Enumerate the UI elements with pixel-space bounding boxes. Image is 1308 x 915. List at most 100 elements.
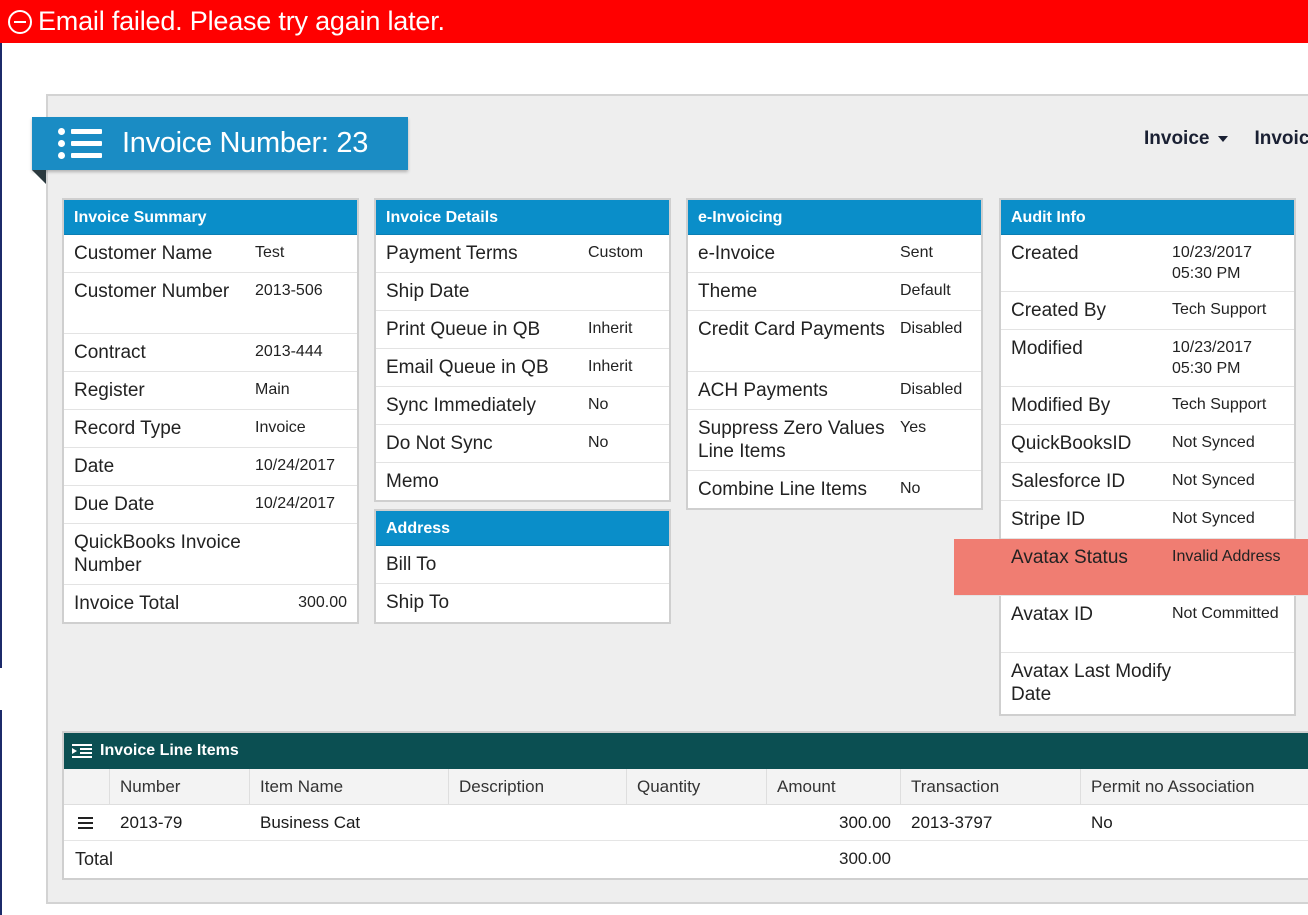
field-row: Created 10/23/2017 05:30 PM [1001, 235, 1294, 292]
field-label: Modified By [1011, 395, 1111, 416]
table-header: Number Item Name Description Quantity Am… [64, 769, 1308, 805]
address-card: Address Bill To Ship To [374, 509, 671, 624]
field-label: Bill To [386, 554, 437, 575]
field-row: Credit Card Payments Disabled [688, 311, 981, 372]
field-value: Invalid Address [1172, 548, 1281, 565]
field-label: e-Invoice [698, 243, 776, 264]
invoice-summary-card: Invoice Summary Customer Name Test Custome… [62, 198, 359, 624]
field-value: Yes [900, 419, 927, 436]
field-value: Custom [588, 244, 644, 261]
field-label: Ship Date [386, 281, 470, 302]
field-value: Not Synced [1172, 434, 1255, 451]
field-label: Ship To [386, 592, 450, 613]
total-amount: 300.00 [839, 849, 891, 868]
ribbon-fold [32, 170, 46, 184]
left-border [0, 43, 2, 668]
field-value: Sent [900, 244, 933, 261]
field-row: Due Date 10/24/2017 [64, 486, 357, 524]
card-title: Address [376, 511, 669, 546]
column-header-quantity[interactable]: Quantity [627, 769, 767, 804]
field-row: Record Type Invoice [64, 410, 357, 448]
field-row: Email Queue in QB Inherit [376, 349, 669, 387]
card-title: Invoice Summary [64, 200, 357, 235]
invoice-details-card: Invoice Details Payment Terms Custom Ship … [374, 198, 671, 502]
field-row: Salesforce ID Not Synced [1001, 463, 1294, 501]
field-label: Customer Number [74, 281, 230, 302]
field-label: ACH Payments [698, 380, 828, 401]
field-row: Invoice Total 300.00 [64, 585, 357, 623]
invoice-menu-button[interactable]: Invoice [1144, 128, 1254, 150]
field-row: Print Queue in QB Inherit [376, 311, 669, 349]
field-value: 10/24/2017 [255, 457, 336, 474]
column-header-amount[interactable]: Amount [767, 769, 901, 804]
field-label: Theme [698, 281, 758, 302]
field-label: Customer Name [74, 243, 213, 264]
field-value: 2013-444 [255, 343, 323, 360]
field-label: Date [74, 456, 115, 477]
field-label: Suppress Zero Values Line Items [698, 418, 885, 462]
handle-column-header [64, 769, 110, 804]
field-row: Bill To [376, 546, 669, 584]
column-header-transaction[interactable]: Transaction [901, 769, 1081, 804]
field-row: Avatax ID Not Committed [1001, 596, 1294, 653]
field-label: Invoice Total [74, 593, 180, 614]
error-circle-icon [8, 9, 32, 34]
field-label: Sync Immediately [386, 395, 536, 416]
field-row: ACH Payments Disabled [688, 372, 981, 410]
field-label: Payment Terms [386, 243, 518, 264]
field-row: Memo [376, 463, 669, 501]
page-title: Invoice Number: 23 [122, 127, 369, 159]
field-label: Salesforce ID [1011, 471, 1126, 492]
invoice-menu-label: Invoice [1144, 128, 1210, 149]
field-value: Main [255, 381, 290, 398]
cell-description [449, 805, 627, 840]
line-items-header: Invoice Line Items [64, 733, 1308, 769]
column-header-item-name[interactable]: Item Name [250, 769, 449, 804]
field-label: Created By [1011, 300, 1107, 321]
field-row: QuickBooks Invoice Number [64, 524, 357, 585]
field-value: Test [255, 244, 285, 261]
audit-info-card: Audit Info Created 10/23/2017 05:30 PM Cre… [954, 198, 1308, 716]
field-row: Suppress Zero Values Line Items Yes [688, 410, 981, 471]
field-value: Tech Support [1172, 396, 1267, 413]
invoice-secondary-link[interactable]: Invoic [1254, 128, 1308, 150]
field-value: No [900, 480, 921, 497]
field-label: QuickBooks Invoice Number [74, 532, 241, 576]
error-banner: Email failed. Please try again later. [0, 0, 1308, 43]
cell-item-name: Business Cat [260, 813, 361, 832]
field-label: Record Type [74, 418, 182, 439]
field-value: Inherit [588, 358, 633, 375]
menu-icon[interactable] [78, 817, 93, 829]
card-title: e-Invoicing [688, 200, 981, 235]
field-value: Disabled [900, 320, 963, 337]
table-row[interactable]: 2013-79 Business Cat 300.00 2013-3797 No [64, 805, 1308, 841]
column-header-description[interactable]: Description [449, 769, 627, 804]
column-header-number[interactable]: Number [110, 769, 250, 804]
row-handle[interactable] [64, 805, 110, 840]
field-row: Modified By Tech Support [1001, 387, 1294, 425]
field-row: e-Invoice Sent [688, 235, 981, 273]
field-label: Memo [386, 471, 439, 492]
field-value: Tech Support [1172, 301, 1267, 318]
cell-amount: 300.00 [839, 813, 891, 832]
field-row: Theme Default [688, 273, 981, 311]
list-icon [58, 127, 102, 161]
line-items-title: Invoice Line Items [100, 742, 239, 759]
field-label: Avatax Status [1011, 547, 1128, 568]
field-label: Stripe ID [1011, 509, 1085, 530]
field-label: Contract [74, 342, 146, 363]
e-invoicing-card: e-Invoicing e-Invoice Sent Theme Default Cre… [686, 198, 983, 510]
cell-quantity [627, 805, 767, 840]
field-row: Do Not Sync No [376, 425, 669, 463]
field-row: Combine Line Items No [688, 471, 981, 509]
field-value: Invoice [255, 419, 306, 436]
field-value: Inherit [588, 320, 633, 337]
field-value: No [588, 396, 609, 413]
field-value: Disabled [900, 381, 963, 398]
field-row: Ship To [376, 584, 669, 622]
field-row: Contract 2013-444 [64, 334, 357, 372]
chevron-down-icon [1218, 136, 1229, 142]
cell-transaction: 2013-3797 [911, 813, 993, 832]
invoice-line-items: Invoice Line Items Number Item Name Desc… [62, 731, 1308, 880]
column-header-permit[interactable]: Permit no Association [1081, 769, 1308, 804]
